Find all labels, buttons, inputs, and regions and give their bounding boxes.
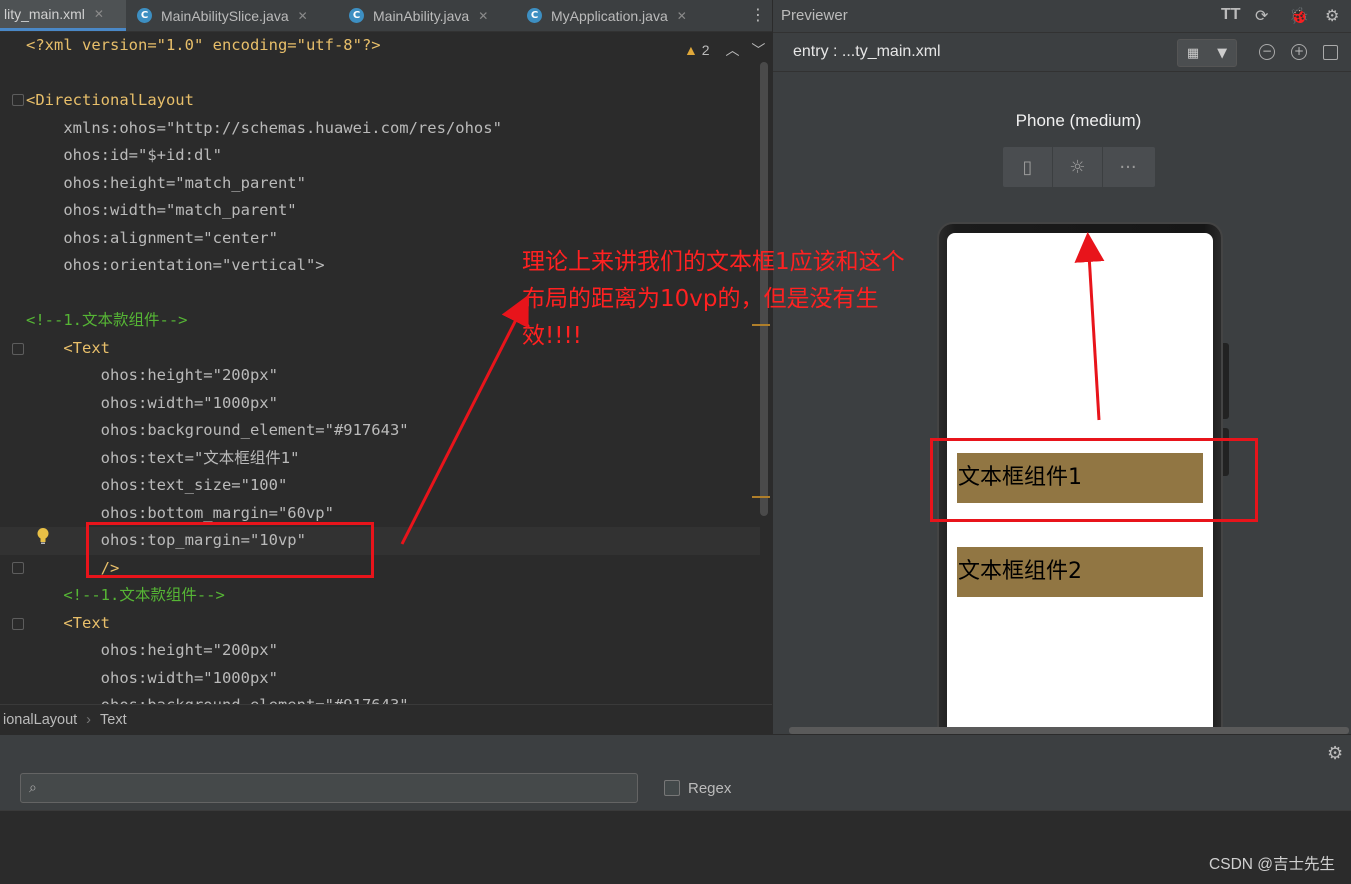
tab-mainabilityslice[interactable]: C MainAbilitySlice.java ✕ [137,0,342,31]
previewer-header: Previewer TT ⟳ 🐞 ⚙ [773,0,1351,32]
previewer-horizontal-scrollbar[interactable] [789,727,1349,734]
code-line: <DirectionalLayout [26,91,194,109]
tab-myapplication[interactable]: C MyApplication.java ✕ [527,0,717,31]
breadcrumb: ionalLayout › Text [0,704,772,734]
code-line: ohos:height="200px" [26,641,278,659]
breadcrumb-item[interactable]: ionalLayout [3,712,77,728]
brightness-icon[interactable]: ☼ [1053,147,1103,187]
refresh-icon[interactable]: ⟳ [1255,6,1268,26]
previewer-panel: Previewer TT ⟳ 🐞 ⚙ entry : ...ty_main.xm… [772,0,1351,734]
code-line: ohos:background_element="#917643" [0,692,760,704]
tab-label: MyApplication.java [551,7,668,24]
previewer-canvas: Phone (medium) ▯ ☼ ··· 文本框组件1 文本框组件2 [773,73,1351,734]
code-line: xmlns:ohos="http://schemas.huawei.com/re… [26,118,502,137]
text-component-2[interactable]: 文本框组件2 [957,547,1203,597]
code-line: ohos:height="match_parent" [26,173,306,192]
regex-checkbox[interactable] [664,780,680,796]
tab-layout-xml[interactable]: lity_main.xml ✕ [0,0,126,31]
tab-label: lity_main.xml [4,6,85,22]
lightbulb-icon[interactable] [36,527,50,545]
more-vertical-icon[interactable]: ⋮ [750,5,766,24]
highlight-box-code [86,522,374,578]
previewer-toolbar: entry : ...ty_main.xml ▦ ▼ − + [773,32,1351,72]
gear-icon[interactable]: ⚙ [1325,6,1339,26]
zoom-out-icon[interactable]: − [1259,44,1275,60]
chevron-right-icon: › [86,711,92,728]
previewer-title: Previewer [781,7,848,24]
tab-label: MainAbilitySlice.java [161,7,289,24]
close-icon[interactable]: ✕ [478,9,488,23]
code-line: ohos:text_size="100" [26,476,288,494]
search-icon[interactable]: ⌕ [29,780,37,796]
font-size-icon[interactable]: TT [1221,6,1241,24]
editor-tab-bar: lity_main.xml ✕ C MainAbilitySlice.java … [0,0,772,32]
code-line: ohos:width="match_parent" [26,201,297,219]
zoom-in-icon[interactable]: + [1291,44,1307,60]
code-line: <?xml version="1.0" encoding="utf-8"?> [26,36,381,54]
code-line: ohos:width="1000px" [26,668,278,687]
device-rotate-icon[interactable]: ▯ [1003,147,1053,187]
device-name: Phone (medium) [1015,111,1142,130]
phone-side-button [1223,343,1229,419]
java-class-icon: C [349,8,364,23]
code-line-highlighted: ohos:text="文本框组件1" [26,448,300,467]
highlight-box-preview [930,438,1258,522]
tab-mainability[interactable]: C MainAbility.java ✕ [349,0,519,31]
gear-icon[interactable]: ⚙ [1327,743,1343,764]
code-line: <Text [26,613,110,632]
code-line: ohos:background_element="#917643" [26,421,409,439]
watermark: CSDN @吉士先生 [1209,856,1335,873]
java-class-icon: C [527,8,542,23]
layout-mode-dropdown[interactable]: ▦ ▼ [1177,39,1237,67]
java-class-icon: C [137,8,152,23]
device-toolbar: ▯ ☼ ··· [1003,147,1155,187]
find-panel: ⚙ ⌕ Regex [0,734,1351,810]
close-icon[interactable]: ✕ [677,9,687,23]
footer-area: CSDN @吉士先生 [0,810,1351,884]
more-horizontal-icon[interactable]: ··· [1103,147,1153,187]
tab-label: MainAbility.java [373,7,470,24]
code-editor[interactable]: ▲ 2 ︿ ﹀ <?xml version="1.0" encoding="ut… [0,32,772,704]
annotation-text: 理论上来讲我们的文本框1应该和这个布局的距离为10vp的，但是没有生效!!!! [522,249,905,349]
close-icon[interactable]: ✕ [298,9,308,23]
search-input[interactable]: ⌕ [20,773,638,803]
code-comment: <!--1.文本款组件--> [26,586,225,604]
close-icon[interactable]: ✕ [94,7,104,21]
chevron-down-icon: ▼ [1217,45,1228,61]
code-line: ohos:width="1000px" [26,393,278,412]
breadcrumb-item[interactable]: Text [100,712,127,728]
previewer-file: entry : ...ty_main.xml [793,43,941,60]
fit-screen-icon[interactable] [1323,45,1338,60]
code-line: ohos:height="200px" [26,366,278,384]
bug-icon[interactable]: 🐞 [1289,6,1309,26]
regex-label: Regex [688,780,732,797]
code-line: ohos:id="$+id:dl" [26,146,222,164]
grid-icon: ▦ [1186,45,1200,61]
error-stripe-mark[interactable] [752,496,770,498]
